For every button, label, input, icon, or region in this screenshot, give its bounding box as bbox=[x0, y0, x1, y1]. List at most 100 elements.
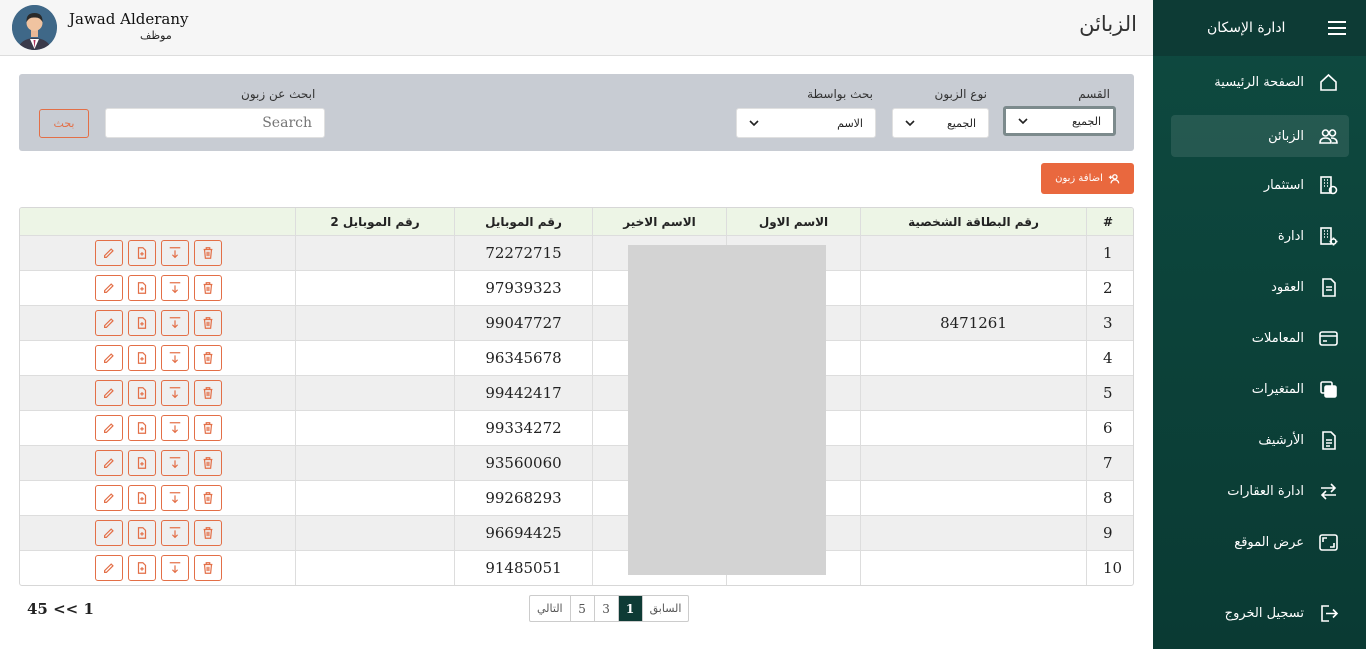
download-button[interactable] bbox=[161, 310, 189, 336]
prev-page-button[interactable]: السابق bbox=[641, 596, 689, 621]
row-actions bbox=[20, 516, 295, 550]
sidebar-item-label: المعاملات bbox=[1251, 330, 1304, 346]
section-select-value: الجميع bbox=[1071, 114, 1101, 128]
add-customer-button[interactable]: اضافة زبون bbox=[1041, 163, 1134, 194]
menu-toggle-icon[interactable] bbox=[1328, 21, 1346, 35]
cell-number: 4 bbox=[1086, 341, 1133, 375]
cell-civil-id bbox=[860, 341, 1086, 375]
add-file-button[interactable] bbox=[128, 380, 156, 406]
sidebar-item-2[interactable]: الزبائن bbox=[1171, 115, 1349, 157]
header-actions bbox=[20, 208, 295, 235]
users-icon bbox=[1319, 128, 1338, 144]
sidebar-item-9[interactable]: ادارة العقارات bbox=[1171, 470, 1349, 512]
cell-mobile2 bbox=[295, 516, 454, 550]
edit-button[interactable] bbox=[95, 310, 123, 336]
delete-icon bbox=[203, 562, 213, 574]
add-file-button[interactable] bbox=[128, 485, 156, 511]
download-button[interactable] bbox=[161, 450, 189, 476]
search-by-select[interactable]: الاسم bbox=[736, 108, 876, 138]
add-customer-label: اضافة زبون bbox=[1055, 173, 1103, 184]
cell-mobile2 bbox=[295, 376, 454, 410]
header-mobile2: رقم الموبايل 2 bbox=[295, 208, 454, 235]
edit-icon bbox=[104, 423, 114, 433]
delete-button[interactable] bbox=[194, 345, 222, 371]
page-button[interactable]: 3 bbox=[593, 596, 618, 621]
cell-civil-id bbox=[860, 551, 1086, 585]
edit-button[interactable] bbox=[95, 275, 123, 301]
page-button[interactable]: 5 bbox=[569, 596, 594, 621]
delete-button[interactable] bbox=[194, 275, 222, 301]
download-button[interactable] bbox=[161, 520, 189, 546]
add-file-button[interactable] bbox=[128, 520, 156, 546]
sidebar-item-4[interactable]: ادارة bbox=[1171, 215, 1349, 257]
sidebar-item-label: الصفحة الرئيسية bbox=[1214, 74, 1304, 90]
sidebar-item-8[interactable]: الأرشيف bbox=[1171, 419, 1349, 461]
delete-icon bbox=[203, 317, 213, 329]
download-icon bbox=[169, 457, 181, 469]
delete-button[interactable] bbox=[194, 240, 222, 266]
delete-button[interactable] bbox=[194, 520, 222, 546]
edit-button[interactable] bbox=[95, 240, 123, 266]
edit-button[interactable] bbox=[95, 555, 123, 581]
delete-button[interactable] bbox=[194, 450, 222, 476]
edit-button[interactable] bbox=[95, 415, 123, 441]
sidebar-item-10[interactable]: عرض الموقع bbox=[1171, 521, 1349, 563]
chevron-down-icon bbox=[749, 120, 759, 127]
section-label: القسم bbox=[1078, 87, 1110, 101]
add-file-icon bbox=[137, 352, 147, 364]
page-title: الزبائن bbox=[1079, 12, 1137, 36]
add-file-button[interactable] bbox=[128, 555, 156, 581]
next-page-button[interactable]: التالي bbox=[530, 596, 570, 621]
download-button[interactable] bbox=[161, 275, 189, 301]
sidebar-item-label: ادارة العقارات bbox=[1227, 483, 1304, 499]
cell-mobile: 99334272 bbox=[454, 411, 592, 445]
delete-button[interactable] bbox=[194, 555, 222, 581]
add-file-button[interactable] bbox=[128, 275, 156, 301]
sidebar-item-5[interactable]: العقود bbox=[1171, 266, 1349, 308]
delete-button[interactable] bbox=[194, 415, 222, 441]
add-file-button[interactable] bbox=[128, 240, 156, 266]
edit-button[interactable] bbox=[95, 345, 123, 371]
download-icon bbox=[169, 282, 181, 294]
add-file-button[interactable] bbox=[128, 415, 156, 441]
delete-icon bbox=[203, 457, 213, 469]
download-button[interactable] bbox=[161, 380, 189, 406]
edit-button[interactable] bbox=[95, 450, 123, 476]
sidebar-item-7[interactable]: المتغيرات bbox=[1171, 368, 1349, 410]
edit-button[interactable] bbox=[95, 380, 123, 406]
download-button[interactable] bbox=[161, 485, 189, 511]
current-page-button[interactable]: 1 bbox=[617, 596, 642, 621]
download-button[interactable] bbox=[161, 555, 189, 581]
edit-button[interactable] bbox=[95, 485, 123, 511]
sidebar-item-label: استثمار bbox=[1263, 177, 1304, 193]
sidebar-header: ادارة الإسكان bbox=[1153, 0, 1366, 56]
pagination: التالي 5 3 1 السابق bbox=[529, 595, 690, 622]
cell-civil-id bbox=[860, 516, 1086, 550]
download-button[interactable] bbox=[161, 240, 189, 266]
add-file-button[interactable] bbox=[128, 345, 156, 371]
delete-button[interactable] bbox=[194, 485, 222, 511]
document-icon bbox=[1322, 277, 1336, 297]
delete-button[interactable] bbox=[194, 380, 222, 406]
row-actions bbox=[20, 306, 295, 340]
sidebar-item-6[interactable]: المعاملات bbox=[1171, 317, 1349, 359]
sidebar-item-11[interactable]: تسجيل الخروج bbox=[1171, 592, 1349, 634]
download-button[interactable] bbox=[161, 415, 189, 441]
add-user-icon bbox=[1108, 173, 1120, 183]
edit-button[interactable] bbox=[95, 520, 123, 546]
cell-mobile: 99442417 bbox=[454, 376, 592, 410]
add-file-icon bbox=[137, 317, 147, 329]
add-file-button[interactable] bbox=[128, 310, 156, 336]
cell-mobile: 93560060 bbox=[454, 446, 592, 480]
customer-type-select[interactable]: الجميع bbox=[892, 108, 989, 138]
delete-button[interactable] bbox=[194, 310, 222, 336]
user-avatar[interactable] bbox=[12, 5, 57, 50]
search-input[interactable] bbox=[105, 108, 325, 138]
download-icon bbox=[169, 422, 181, 434]
sidebar-item-3[interactable]: استثمار bbox=[1171, 164, 1349, 206]
sidebar-item-1[interactable]: الصفحة الرئيسية bbox=[1171, 61, 1349, 103]
section-select[interactable]: الجميع bbox=[1003, 106, 1116, 136]
search-button[interactable]: بحث bbox=[39, 109, 89, 138]
download-button[interactable] bbox=[161, 345, 189, 371]
add-file-button[interactable] bbox=[128, 450, 156, 476]
